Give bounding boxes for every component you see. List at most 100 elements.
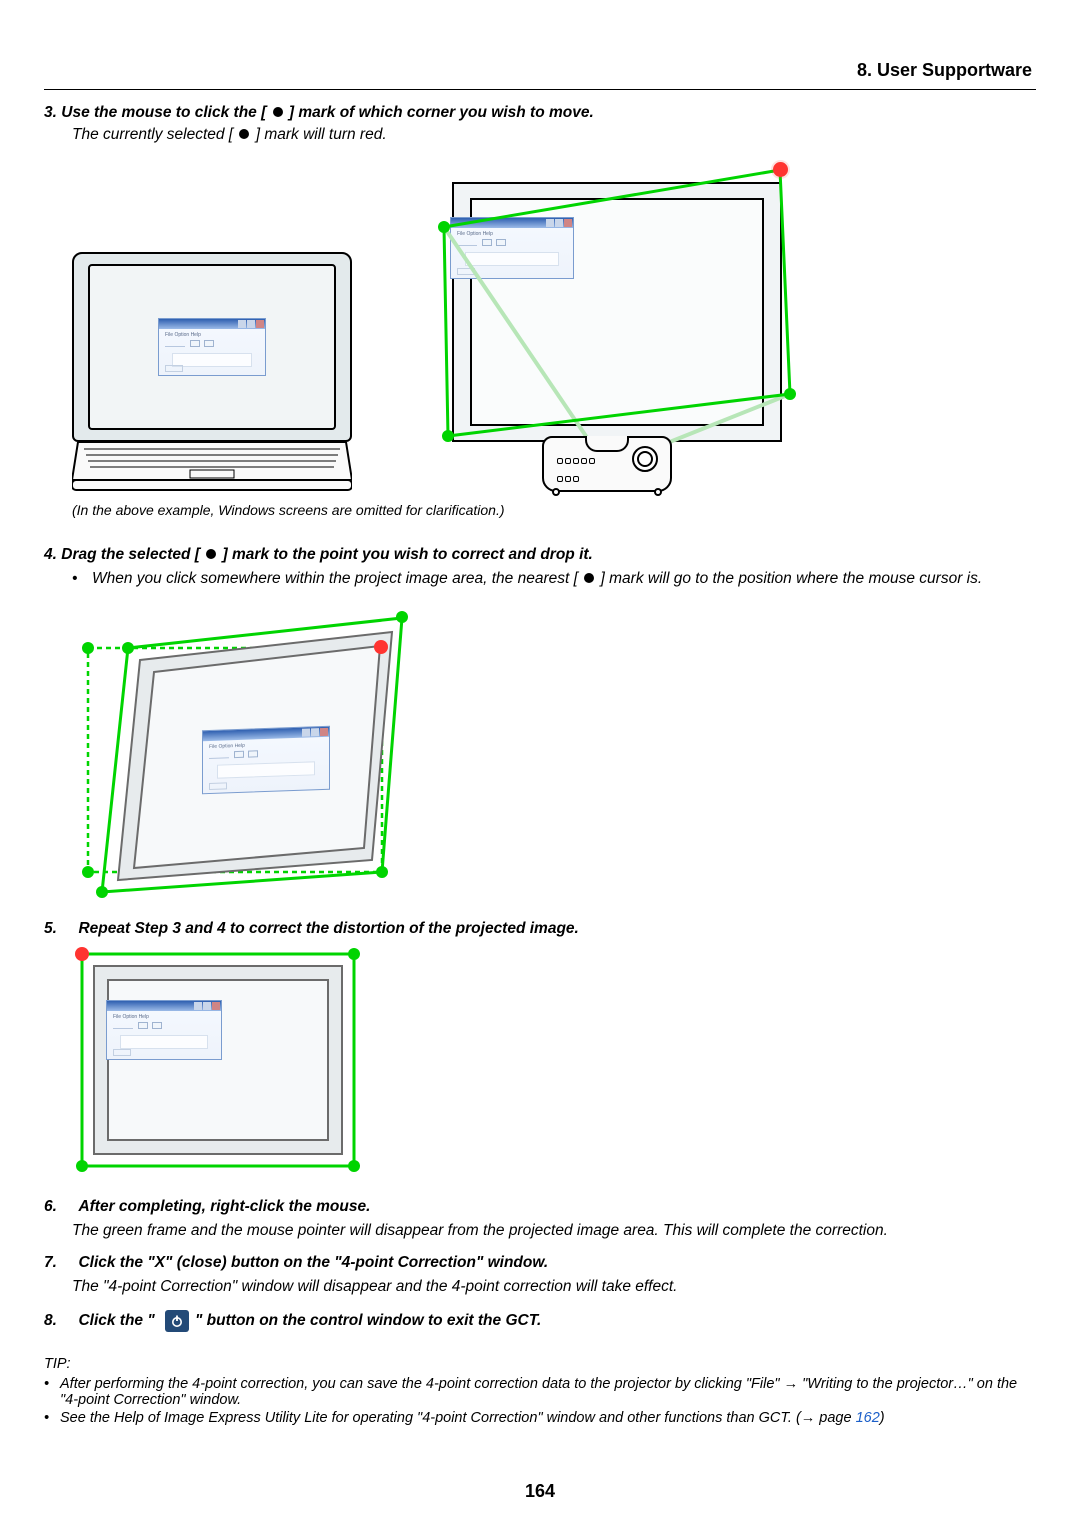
distorted-screen-figure: File Option Help [72, 602, 432, 902]
dot-icon [273, 107, 283, 117]
mini-titlebar [159, 319, 265, 329]
mini-window: File Option Help [106, 1000, 222, 1060]
page-link[interactable]: 162 [856, 1410, 880, 1426]
mini-menu: File Option Help [113, 1014, 215, 1020]
corrected-svg [72, 944, 364, 1176]
mini-footer-btn [113, 1049, 131, 1056]
tip-2-post: ) [880, 1410, 885, 1426]
mini-preview [217, 761, 315, 778]
mini-footer-btn [165, 365, 183, 372]
laptop-inner: File Option Help [88, 264, 336, 430]
mini-button [248, 750, 258, 757]
figure-caption: (In the above example, Windows screens a… [72, 502, 1036, 518]
mini-field [165, 342, 185, 347]
page-number: 164 [0, 1481, 1080, 1502]
bullet-icon: • [44, 1376, 60, 1408]
step-number: 4. [44, 546, 57, 563]
corner-dot-icon [376, 866, 388, 878]
bullet-icon: • [44, 1410, 60, 1426]
bullet-icon: • [72, 570, 92, 588]
step-3-pre: Use the mouse to click the [ [61, 104, 270, 121]
mini-field [209, 753, 229, 759]
step-6-body: The green frame and the mouse pointer wi… [72, 1222, 1036, 1240]
mini-preview [120, 1035, 208, 1049]
manual-page: 8. User Supportware 3. Use the mouse to … [0, 0, 1080, 1524]
step-4-bullet: • When you click somewhere within the pr… [72, 570, 1036, 588]
mini-preview [172, 353, 253, 367]
projector-buttons-icon [556, 452, 596, 480]
mini-button [138, 1022, 148, 1029]
step-4-title: 4. Drag the selected [ ] mark to the poi… [44, 546, 1036, 564]
mini-close-icon [212, 1002, 220, 1010]
step-8-post: " button on the control window to exit t… [195, 1312, 541, 1330]
mini-body: File Option Help [107, 1011, 221, 1052]
step-3-body-pre: The currently selected [ [72, 126, 237, 143]
corner-dot-icon [82, 866, 94, 878]
mini-button [204, 340, 214, 347]
corner-dot-icon [348, 948, 360, 960]
tip-2-text: See the Help of Image Express Utility Li… [60, 1410, 1036, 1426]
corner-dot-icon [438, 221, 450, 233]
projector-lens-icon [632, 446, 658, 472]
mini-close-icon [256, 320, 264, 328]
tip-label: TIP: [44, 1356, 1036, 1372]
mini-btn-icon [247, 320, 255, 328]
step-4-post: ] mark to the point you wish to correct … [218, 546, 593, 563]
bullet-post: ] mark will go to the position where the… [596, 570, 982, 587]
corner-dot-icon [82, 642, 94, 654]
step-3-body: The currently selected [ ] mark will tur… [72, 126, 1036, 144]
corner-dot-icon [122, 642, 134, 654]
selected-corner-dot-icon [773, 162, 788, 177]
laptop-base [72, 442, 352, 492]
step-7-body: The "4-point Correction" window will dis… [72, 1278, 1036, 1296]
mini-btn-icon [302, 728, 310, 736]
dot-icon [206, 549, 216, 559]
mini-footer-btn [209, 782, 227, 790]
step-6-title: 6. After completing, right-click the mou… [44, 1198, 1036, 1216]
mini-window: File Option Help [158, 318, 266, 376]
corner-dot-icon [96, 886, 108, 898]
step-8-pre: 8. Click the " [44, 1312, 159, 1330]
corner-dot-icon [76, 1160, 88, 1172]
dot-icon [239, 129, 249, 139]
step-3-post: ] mark of which corner you wish to move. [285, 104, 594, 121]
mini-titlebar [107, 1001, 221, 1011]
horizontal-rule [44, 89, 1036, 90]
projector-figure: File Option Help [392, 162, 822, 492]
bullet-text: When you click somewhere within the proj… [92, 570, 1036, 588]
mini-button [234, 751, 244, 758]
power-icon [165, 1310, 189, 1332]
section-title: 8. User Supportware [44, 60, 1036, 81]
mini-btn-icon [194, 1002, 202, 1010]
corner-dot-icon [348, 1160, 360, 1172]
bullet-pre: When you click somewhere within the proj… [92, 570, 582, 587]
corner-dot-icon [784, 388, 796, 400]
tip-1-text: After performing the 4-point correction,… [60, 1376, 1036, 1408]
mini-window: File Option Help [202, 726, 330, 794]
step-number: 3. [44, 104, 57, 121]
mini-btn-icon [203, 1002, 211, 1010]
corrected-screen-figure: File Option Help [72, 944, 364, 1176]
step-3-body-post: ] mark will turn red. [251, 126, 386, 143]
dot-icon [584, 573, 594, 583]
cursor-cross-icon [374, 640, 388, 654]
tip-1: • After performing the 4-point correctio… [44, 1376, 1036, 1408]
laptop-screen: File Option Help [72, 252, 352, 442]
step-8-title: 8. Click the " " button on the control w… [44, 1310, 1036, 1332]
mini-btn-icon [238, 320, 246, 328]
mini-menu: File Option Help [165, 332, 259, 338]
corner-dot-icon [396, 611, 408, 623]
mini-button [152, 1022, 162, 1029]
figures-row-1: File Option Help [72, 162, 1036, 492]
mini-button [190, 340, 200, 347]
mini-btn-icon [311, 728, 319, 736]
mini-body: File Option Help [203, 737, 329, 782]
projector-device-icon [542, 436, 672, 492]
mini-body: File Option Help [159, 329, 265, 370]
projector-foot-icon [654, 488, 662, 496]
tip-2-pre: See the Help of Image Express Utility Li… [60, 1410, 856, 1426]
mini-field [113, 1024, 133, 1029]
tip-2: • See the Help of Image Express Utility … [44, 1410, 1036, 1426]
corner-dot-icon [442, 430, 454, 442]
laptop-figure: File Option Help [72, 252, 352, 492]
